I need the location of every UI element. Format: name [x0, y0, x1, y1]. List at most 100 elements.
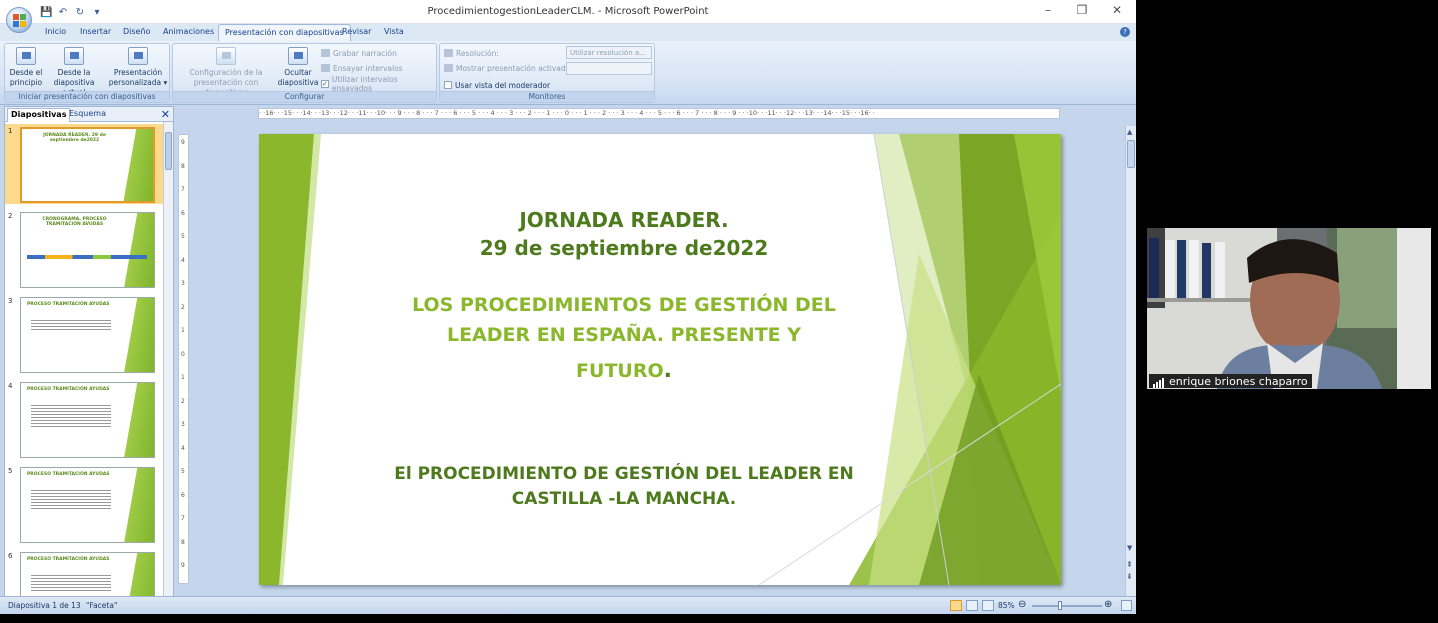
tab-animaciones[interactable]: Animaciones: [163, 27, 214, 36]
thumb-title: PROCESO TRAMITACIÓN AYUDAS: [27, 387, 110, 392]
vertical-ruler-label: 0: [181, 350, 185, 358]
vertical-ruler-label: 8: [181, 162, 185, 170]
vertical-ruler-label: 9: [181, 139, 185, 146]
slide-thumb-4[interactable]: 4 PROCESO TRAMITACIÓN AYUDAS: [5, 379, 163, 459]
next-slide-icon[interactable]: ⇟: [1126, 572, 1133, 581]
vertical-ruler-label: 7: [181, 186, 185, 193]
zoom-slider[interactable]: [1032, 605, 1102, 607]
presentacion-personalizada-button[interactable]: Presentación personalizada ▾: [107, 47, 169, 88]
scroll-down-icon[interactable]: ▼: [1127, 544, 1132, 552]
slideshow-view-icon[interactable]: [982, 600, 994, 611]
slide-title-line-2: 29 de septiembre de2022: [479, 236, 769, 260]
vertical-ruler-label: 1: [181, 374, 185, 381]
vertical-ruler: 9 8 7 6 5 4 3 2 1 0 1 2 3 4 5 6 7 8 9: [178, 134, 189, 584]
dropdown-arrow-icon: ▾: [163, 78, 168, 87]
panel-scroll-thumb[interactable]: [165, 132, 172, 170]
vertical-ruler-label: 3: [181, 421, 185, 428]
mostrar-combo[interactable]: [566, 62, 652, 75]
slide-thumb-3[interactable]: 3 PROCESO TRAMITACIÓN AYUDAS: [5, 294, 163, 374]
desde-principio-button[interactable]: Desde el principio: [7, 47, 45, 88]
slide-footer-line-2: CASTILLA -LA MANCHA.: [511, 489, 737, 509]
powerpoint-window: 💾 ↶ ↻ ▾ ProcedimientogestionLeaderCLM. -…: [0, 0, 1136, 614]
video-participant-tile: enrique briones chaparro: [1147, 228, 1431, 389]
checkbox-checked-icon: ✓: [321, 80, 329, 88]
slide-canvas[interactable]: JORNADA READER. 29 de septiembre de2022 …: [259, 134, 1061, 585]
tab-esquema[interactable]: Esquema: [69, 109, 106, 118]
zoom-in-icon[interactable]: ⊕: [1104, 599, 1112, 610]
vertical-ruler-label: 9: [181, 562, 185, 569]
help-icon[interactable]: ?: [1120, 27, 1130, 37]
monitor-icon: [444, 49, 453, 57]
personalizada-label-2: personalizada: [108, 78, 162, 87]
vertical-ruler-label: 8: [181, 538, 185, 546]
mostrar-label-row: Mostrar presentación activada:: [444, 62, 573, 74]
vertical-ruler-label: 4: [181, 256, 185, 264]
thumb-title: PROCESO TRAMITACIÓN AYUDAS: [27, 557, 110, 562]
slide-counter: Diapositiva 1 de 13: [8, 601, 81, 610]
group-configurar-label: Configurar: [173, 91, 436, 102]
tab-diapositivas[interactable]: Diapositivas: [7, 108, 71, 122]
vista-moderador-label: Usar vista del moderador: [455, 80, 551, 90]
editor-scrollbar[interactable]: ▲ ▼ ⇞ ⇟: [1125, 126, 1136, 596]
scroll-up-icon[interactable]: ▲: [1127, 128, 1132, 136]
maximize-button[interactable]: ❐: [1072, 3, 1092, 17]
minimize-button[interactable]: –: [1038, 3, 1058, 17]
slide-thumb-6[interactable]: 6 PROCESO TRAMITACIÓN AYUDAS: [5, 549, 163, 596]
zoom-slider-thumb[interactable]: [1058, 601, 1062, 610]
resolucion-label-row: Resolución:: [444, 47, 499, 59]
horizontal-ruler: · ·16· · ·15· · ·14· · ·13· · ·12· · ·11…: [258, 108, 1060, 119]
tab-vista[interactable]: Vista: [384, 27, 404, 36]
ocultar-label-1: Ocultar: [284, 68, 312, 77]
resolucion-combo[interactable]: Utilizar resolución a...: [566, 46, 652, 59]
tab-diseno[interactable]: Diseño: [123, 27, 150, 36]
vertical-ruler-label: 6: [181, 209, 185, 217]
zoom-level[interactable]: 85%: [998, 601, 1015, 610]
main-area: Diapositivas Esquema ✕ 1 JORNADA READER.…: [0, 106, 1136, 596]
custom-show-icon: [128, 47, 148, 65]
setup-show-icon: [216, 47, 236, 65]
ensayar-intervalos-button[interactable]: Ensayar intervalos: [321, 62, 403, 74]
slide-sorter-icon[interactable]: [966, 600, 978, 611]
fit-to-window-icon[interactable]: [1121, 600, 1132, 611]
panel-scrollbar[interactable]: [163, 122, 173, 596]
vertical-ruler-label: 2: [181, 397, 185, 405]
vertical-ruler-label: 5: [181, 468, 185, 475]
participant-name: enrique briones chaparro: [1169, 374, 1308, 388]
slide-thumb-2[interactable]: 2 CRONOGRAMA. PROCESO TRAMITACIÓN AVUDAS: [5, 209, 163, 289]
slide-title-line-1: JORNADA READER.: [519, 208, 729, 232]
close-panel-icon[interactable]: ✕: [161, 108, 170, 121]
close-button[interactable]: ✕: [1107, 3, 1127, 17]
group-iniciar: Desde el principio Desde la diapositiva …: [4, 43, 170, 103]
slide-thumb-5[interactable]: 5 PROCESO TRAMITACIÓN AYUDAS: [5, 464, 163, 544]
thumb-title: CRONOGRAMA. PROCESO TRAMITACIÓN AVUDAS: [42, 217, 107, 227]
vista-moderador-checkbox[interactable]: Usar vista del moderador: [444, 79, 550, 91]
mostrar-label: Mostrar presentación activada:: [456, 63, 573, 73]
vertical-ruler-label: 5: [181, 233, 185, 240]
vertical-ruler-label: 2: [181, 303, 185, 311]
zoom-out-icon[interactable]: ⊖: [1018, 599, 1026, 610]
group-iniciar-label: Iniciar presentación con diapositivas: [5, 91, 169, 102]
ocultar-diapositiva-button[interactable]: Ocultar diapositiva: [277, 47, 319, 88]
group-monitores-label: Monitores: [440, 91, 654, 102]
grabar-label: Grabar narración: [333, 48, 397, 58]
normal-view-icon[interactable]: [950, 600, 962, 611]
ocultar-label-2: diapositiva: [277, 78, 319, 87]
personalizada-label-1: Presentación: [113, 68, 163, 77]
vertical-ruler-label: 6: [181, 491, 185, 499]
hide-slide-icon: [288, 47, 308, 65]
utilizar-intervalos-checkbox[interactable]: ✓ Utilizar intervalos ensayados: [321, 75, 436, 93]
tab-inicio[interactable]: Inicio: [45, 27, 66, 36]
window-title: ProcedimientogestionLeaderCLM. - Microso…: [427, 6, 709, 17]
editor-scroll-thumb[interactable]: [1127, 140, 1135, 168]
slideshow-start-icon: [16, 47, 36, 65]
previous-slide-icon[interactable]: ⇞: [1126, 560, 1133, 569]
slide-thumb-1[interactable]: 1 JORNADA READER. 29 de septiembre de202…: [5, 124, 163, 204]
thumb-number: 1: [8, 127, 13, 135]
microphone-icon: [321, 49, 330, 57]
tab-insertar[interactable]: Insertar: [80, 27, 111, 36]
tab-presentacion[interactable]: Presentación con diapositivas: [218, 24, 351, 41]
tab-revisar[interactable]: Revisar: [342, 27, 371, 36]
thumb-title: JORNADA READER. 29 de septiembre de2022: [43, 133, 106, 143]
grabar-narracion-button[interactable]: Grabar narración: [321, 47, 397, 59]
office-button[interactable]: [6, 7, 32, 33]
